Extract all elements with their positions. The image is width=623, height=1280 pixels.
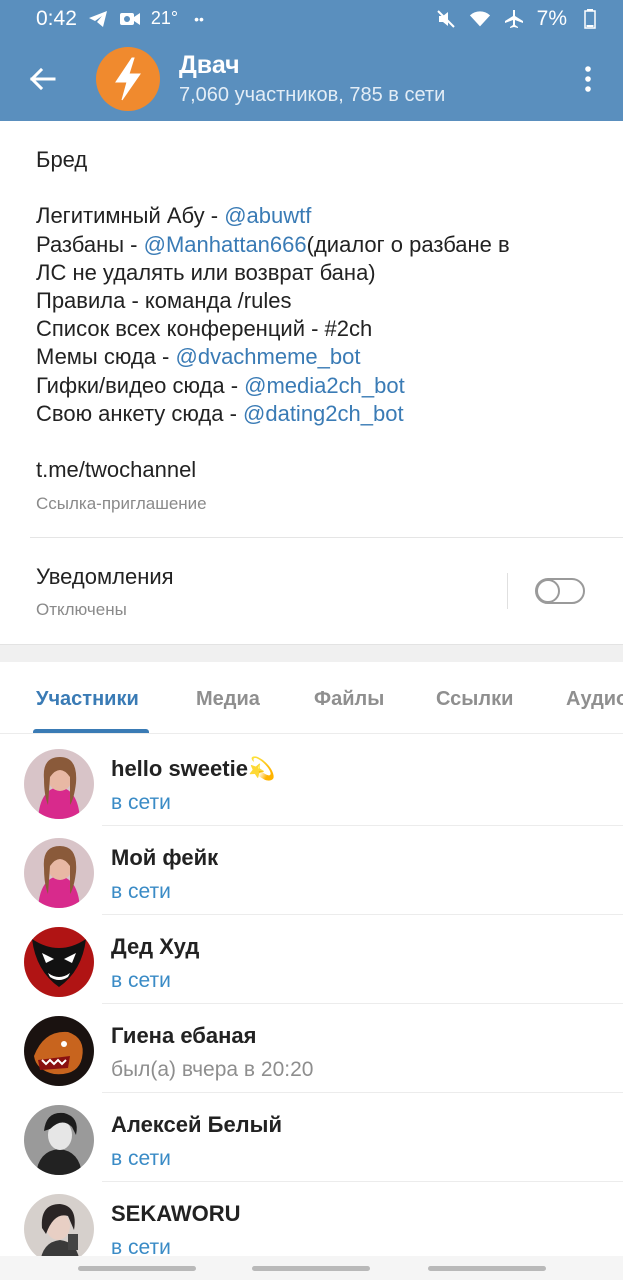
tab-links[interactable]: Ссылки — [436, 688, 513, 711]
section-divider — [0, 644, 623, 662]
active-tab-indicator — [33, 729, 149, 733]
description-text: Бред — [36, 147, 88, 172]
chat-subtitle: 7,060 участников, 785 в сети — [179, 84, 446, 106]
more-vertical-icon — [585, 66, 591, 92]
status-time: 0:42 — [36, 6, 77, 30]
toggle-knob — [536, 579, 560, 603]
battery-icon — [579, 8, 601, 30]
description-line: Бред — [36, 146, 596, 174]
lightning-icon — [115, 57, 141, 101]
airplane-icon — [503, 8, 525, 30]
mention-link[interactable]: @dvachmeme_bot — [176, 344, 361, 369]
channel-avatar[interactable] — [96, 47, 160, 111]
description-text: Гифки/видео сюда - — [36, 372, 245, 398]
member-status: был(а) вчера в 20:20 — [111, 1058, 314, 1081]
invite-link-label: Ссылка-приглашение — [36, 494, 207, 513]
member-avatar — [24, 927, 94, 997]
tab-members[interactable]: Участники — [36, 688, 139, 711]
navigation-bar — [0, 1256, 623, 1280]
description-line: Список всех конференций - #2ch — [36, 315, 596, 343]
member-avatar — [24, 1194, 94, 1264]
arrow-back-icon — [29, 67, 56, 91]
telegram-icon — [87, 8, 109, 30]
member-row[interactable]: Алексей Белый в сети — [0, 1093, 623, 1182]
member-avatar — [24, 749, 94, 819]
description-line: Разбаны - @Manhattan666(диалог о разбане… — [36, 231, 596, 259]
description-text: Легитимный Абу - — [36, 203, 225, 229]
member-name: SEKAWORU — [111, 1201, 241, 1226]
description-line: Гифки/видео сюда - @media2ch_bot — [36, 372, 596, 400]
member-status: в сети — [111, 880, 171, 903]
more-options-button[interactable] — [573, 59, 603, 99]
notifications-toggle[interactable] — [535, 578, 585, 604]
member-name: hello sweetie💫 — [111, 756, 276, 781]
member-row[interactable]: Дед Худ в сети — [0, 915, 623, 1004]
divider — [30, 537, 623, 538]
description-text: Разбаны - — [36, 231, 144, 257]
video-icon — [119, 8, 141, 30]
mention-link[interactable]: @Manhattan666 — [144, 232, 307, 257]
notifications-label[interactable]: Уведомления — [36, 564, 174, 590]
back-button[interactable] — [22, 59, 62, 99]
description-text: Список всех конференций - #2ch — [36, 316, 373, 342]
nav-home-handle[interactable] — [252, 1266, 370, 1271]
description-line: ЛС не удалять или возврат бана) — [36, 259, 596, 287]
tab-files[interactable]: Файлы — [314, 688, 384, 711]
member-row[interactable]: hello sweetie💫 в сети — [0, 737, 623, 826]
notifications-status: Отключены — [36, 600, 127, 619]
status-more-icon: •• — [194, 10, 204, 27]
description-line: Мемы сюда - @dvachmeme_bot — [36, 343, 596, 371]
status-battery-percent: 7% — [536, 6, 567, 30]
description-line — [36, 174, 596, 202]
chat-header: Двач 7,060 участников, 785 в сети — [0, 37, 623, 121]
media-tabs: Участники Медиа Файлы Ссылки Аудио — [0, 662, 623, 734]
mention-link[interactable]: @abuwtf — [224, 203, 311, 228]
description-line: Правила - команда /rules — [36, 287, 596, 315]
emoji-dizzy: 💫 — [247, 756, 276, 781]
mute-icon — [435, 8, 457, 30]
invite-link[interactable]: t.me/twochannel — [36, 457, 196, 483]
tab-media[interactable]: Медиа — [196, 688, 260, 711]
member-avatar — [24, 838, 94, 908]
member-avatar — [24, 1105, 94, 1175]
member-row[interactable]: Мой фейк в сети — [0, 826, 623, 915]
divider — [507, 573, 508, 609]
description-text: ЛС не удалять или возврат бана) — [36, 259, 376, 285]
description-line: Легитимный Абу - @abuwtf — [36, 202, 596, 230]
channel-description: Бред Легитимный Абу - @abuwtf Разбаны - @M… — [36, 146, 596, 428]
status-temperature: 21° — [150, 8, 179, 28]
description-text: Правила - команда /rules — [36, 287, 292, 313]
chat-title: Двач — [179, 51, 240, 79]
member-name: Дед Худ — [111, 934, 200, 959]
description-text: (диалог о разбане в — [306, 231, 510, 257]
member-status: в сети — [111, 1147, 171, 1170]
description-text: Мемы сюда - — [36, 344, 176, 370]
description-line: Свою анкету сюда - @dating2ch_bot — [36, 400, 596, 428]
member-avatar — [24, 1016, 94, 1086]
tab-audio[interactable]: Аудио — [566, 688, 623, 711]
nav-back-handle[interactable] — [428, 1266, 546, 1271]
mention-link[interactable]: @media2ch_bot — [244, 373, 405, 398]
status-bar: 0:42 21° •• 7% — [0, 0, 623, 37]
member-status: в сети — [111, 969, 171, 992]
member-name: Мой фейк — [111, 845, 219, 870]
mention-link[interactable]: @dating2ch_bot — [243, 401, 404, 426]
description-text: Свою анкету сюда - — [36, 400, 244, 426]
member-row[interactable]: Гиена ебаная был(а) вчера в 20:20 — [0, 1004, 623, 1093]
member-status: в сети — [111, 791, 171, 814]
wifi-icon — [469, 8, 491, 30]
nav-recents-handle[interactable] — [78, 1266, 196, 1271]
member-name: Гиена ебаная — [111, 1023, 257, 1048]
member-name: Алексей Белый — [111, 1112, 282, 1137]
